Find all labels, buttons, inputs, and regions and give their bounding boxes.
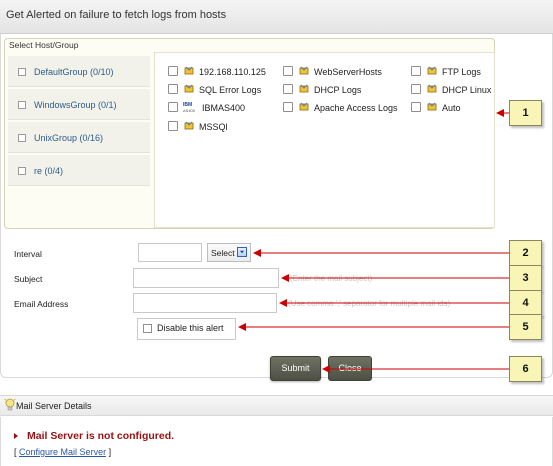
callout-badge-2: 2 <box>509 240 542 266</box>
configure-mail-server-link[interactable]: Configure Mail Server <box>19 447 106 457</box>
callout-badge-5: 5 <box>509 314 542 340</box>
callout-badge-6: 6 <box>509 356 542 382</box>
bullet-arrow-icon <box>14 433 18 439</box>
callout-badge-4: 4 <box>509 290 542 316</box>
bracket-close: ] <box>108 447 112 457</box>
configure-mail-row: [ Configure Mail Server ] <box>14 447 111 457</box>
mail-server-error: Mail Server is not configured. <box>27 430 175 442</box>
mail-server-title: Mail Server Details <box>16 401 92 411</box>
callout-badge-1: 1 <box>509 100 542 126</box>
callout-badge-3: 3 <box>509 265 542 291</box>
bracket-open: [ <box>14 447 17 457</box>
lightbulb-icon <box>4 398 16 411</box>
